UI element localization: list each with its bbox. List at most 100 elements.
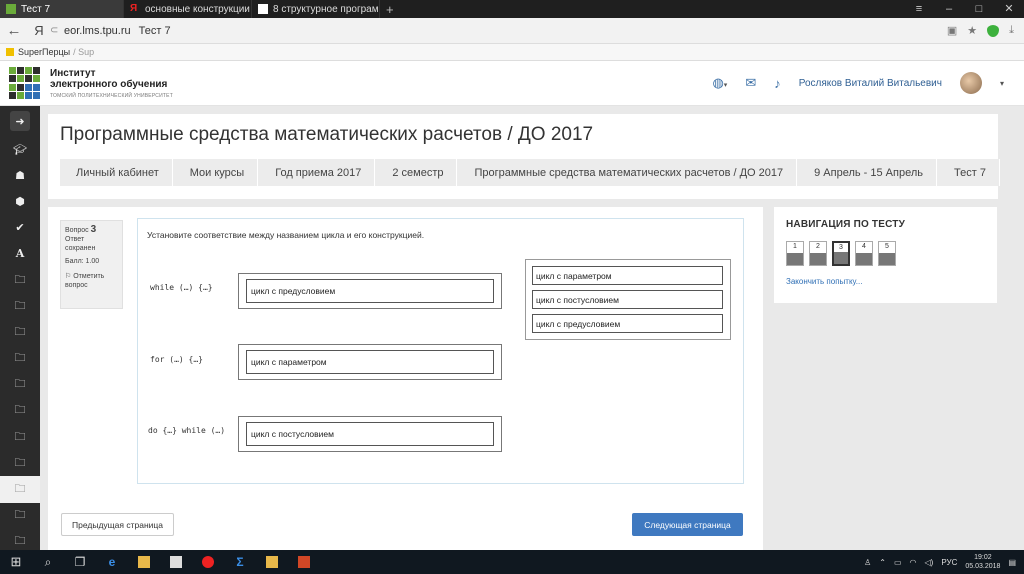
quiz-question-button[interactable]: 2 [809,241,827,266]
sidebar-item-folder-active[interactable]: 🗀︎ [0,476,40,503]
maximize-icon[interactable]: □ [964,0,994,18]
folder-icon: 🗀︎ [14,325,26,338]
folder-icon: 🗀︎ [14,273,26,286]
file-explorer-icon[interactable] [128,550,160,574]
reader-icon[interactable]: ▣ [947,24,957,37]
menu-icon[interactable]: ≡ [904,0,934,18]
breadcrumb-item[interactable]: 2 семестр [375,159,458,186]
left-sidebar: ➜ 🎓︎ ☗ ⬢ ✔ A 🗀︎ 🗀︎ 🗀︎ 🗀︎ 🗀︎ 🗀︎ 🗀︎ 🗀︎ 🗀︎ … [0,106,40,550]
finish-attempt-link[interactable]: Закончить попытку... [786,277,862,286]
page-title-text: Тест 7 [138,24,171,37]
bookmark-item[interactable]: SuperПерцы [18,47,70,57]
next-page-button[interactable]: Следующая страница [632,513,743,536]
tab-structured-programming[interactable]: 8 структурное программир ✕ [252,0,380,18]
breadcrumb-item[interactable]: Личный кабинет [60,159,173,186]
breadcrumb-item[interactable]: 9 Апрель - 15 Апрель [797,159,937,186]
folder-icon: 🗀︎ [14,456,26,469]
minimize-icon[interactable]: – [934,0,964,18]
breadcrumb-item[interactable]: Программные средства математических расч… [457,159,798,186]
question-number-value: 3 [90,224,97,235]
sidebar-item-folder-5[interactable]: 🗀︎ [0,372,40,398]
quiz-navigation-title: НАВИГАЦИЯ ПО ТЕСТУ [786,219,905,230]
close-window-icon[interactable]: ✕ [994,0,1024,18]
chevron-up-icon[interactable]: ⌃ [879,558,886,567]
sidebar-item-font[interactable]: A [0,241,40,267]
download-icon[interactable]: ⤓ [1009,24,1014,37]
battery-icon[interactable]: ▭ [894,558,902,567]
sidebar-item-badge[interactable]: ⬢ [0,188,40,214]
quiz-question-button[interactable]: 4 [855,241,873,266]
previous-page-button[interactable]: Предыдущая страница [61,513,174,536]
quiz-question-number: 5 [885,243,889,250]
pool-chip[interactable]: цикл с постусловием [532,290,723,309]
tab-title: основные конструкции стр [145,3,251,15]
sidebar-toggle[interactable]: ➜ [0,106,40,136]
star-icon[interactable]: ★ [967,24,977,37]
volume-icon[interactable]: ◁) [925,558,934,567]
avatar[interactable] [959,72,982,94]
tab-basic-constructs[interactable]: Я основные конструкции стр [124,0,252,18]
search-icon[interactable]: ⌕ [32,550,64,574]
pool-chip[interactable]: цикл с параметром [532,266,723,285]
pool-chip[interactable]: цикл с предусловием [532,314,723,333]
answer-chip-while[interactable]: цикл с предусловием [246,279,494,303]
task-view-icon[interactable]: ❐ [64,550,96,574]
sidebar-item-users[interactable]: ☗ [0,162,40,188]
breadcrumb-item[interactable]: Год приема 2017 [258,159,376,186]
page-title: Программные средства математических расч… [60,124,594,145]
sidebar-item-folder-6[interactable]: 🗀︎ [0,398,40,424]
bell-icon[interactable]: ♪ [774,76,781,91]
powerpoint-icon[interactable] [288,550,320,574]
quiz-question-number: 2 [816,243,820,250]
language-indicator[interactable]: РУС [941,558,957,567]
start-button[interactable]: ⊞ [0,550,32,574]
back-arrow-icon[interactable]: ← [0,22,28,39]
globe-icon[interactable]: ◍▾ [712,75,727,91]
sidebar-item-folder-3[interactable]: 🗀︎ [0,319,40,345]
tab-test7[interactable]: Тест 7 [0,0,124,18]
store-icon[interactable] [160,550,192,574]
user-name[interactable]: Росляков Виталий Витальевич [799,78,942,89]
sidebar-item-check[interactable]: ✔ [0,215,40,241]
site-logo[interactable]: Институт электронного обучения ТОМСКИЙ П… [0,67,173,99]
flag-question-button[interactable]: ⚐ Отметить вопрос [65,272,118,290]
edge-icon[interactable]: e [96,550,128,574]
sidebar-item-folder-4[interactable]: 🗀︎ [0,346,40,372]
notifications-icon[interactable]: ▤ [1008,558,1016,567]
drop-zone-while[interactable]: цикл с предусловием [238,273,502,309]
sidebar-item-folder-7[interactable]: 🗀︎ [0,424,40,450]
network-icon[interactable]: ◠ [910,558,917,567]
flag-label-line2: вопрос [65,282,88,289]
breadcrumb-item[interactable]: Мои курсы [173,159,259,186]
sidebar-item-folder-8[interactable]: 🗀︎ [0,450,40,476]
url-text[interactable]: eor.lms.tpu.ru [64,25,131,37]
new-tab-button[interactable]: + [380,0,400,18]
clock[interactable]: 19:02 05.03.2018 [965,553,1000,571]
sidebar-item-education[interactable]: 🎓︎ [0,136,40,162]
sidebar-item-folder-9[interactable]: 🗀︎ [0,503,40,529]
quiz-question-button[interactable]: 1 [786,241,804,266]
person-icon[interactable]: ♙ [864,558,871,567]
windows-icon: ⊞ [10,554,22,569]
folder-taskbar-icon[interactable] [256,550,288,574]
site-favicon-icon [6,4,16,14]
sidebar-item-folder-2[interactable]: 🗀︎ [0,293,40,319]
sidebar-item-folder-1[interactable]: 🗀︎ [0,267,40,293]
question-label: Вопрос [65,227,89,234]
drop-zone-do-while[interactable]: цикл с постусловием [238,416,502,452]
drop-zone-for[interactable]: цикл с параметром [238,344,502,380]
folder-icon: 🗀︎ [14,535,26,548]
quiz-question-button-current[interactable]: 3 [832,241,850,266]
answer-chip-do-while[interactable]: цикл с постусловием [246,422,494,446]
answer-chip-for[interactable]: цикл с параметром [246,350,494,374]
app-sigma-icon[interactable]: Σ [224,550,256,574]
breadcrumb-item-current[interactable]: Тест 7 [937,159,1000,186]
protect-shield-icon[interactable] [987,24,1000,37]
yandex-icon[interactable]: Я [28,23,50,38]
quiz-question-button[interactable]: 5 [878,241,896,266]
yandex-browser-icon[interactable] [192,550,224,574]
user-caret-icon[interactable]: ▾ [1000,79,1004,88]
mail-icon[interactable]: ✉ [745,75,756,91]
browser-tab-strip: Тест 7 Я основные конструкции стр 8 стру… [0,0,1024,18]
bookmark-item-sub[interactable]: / Sup [73,47,94,57]
